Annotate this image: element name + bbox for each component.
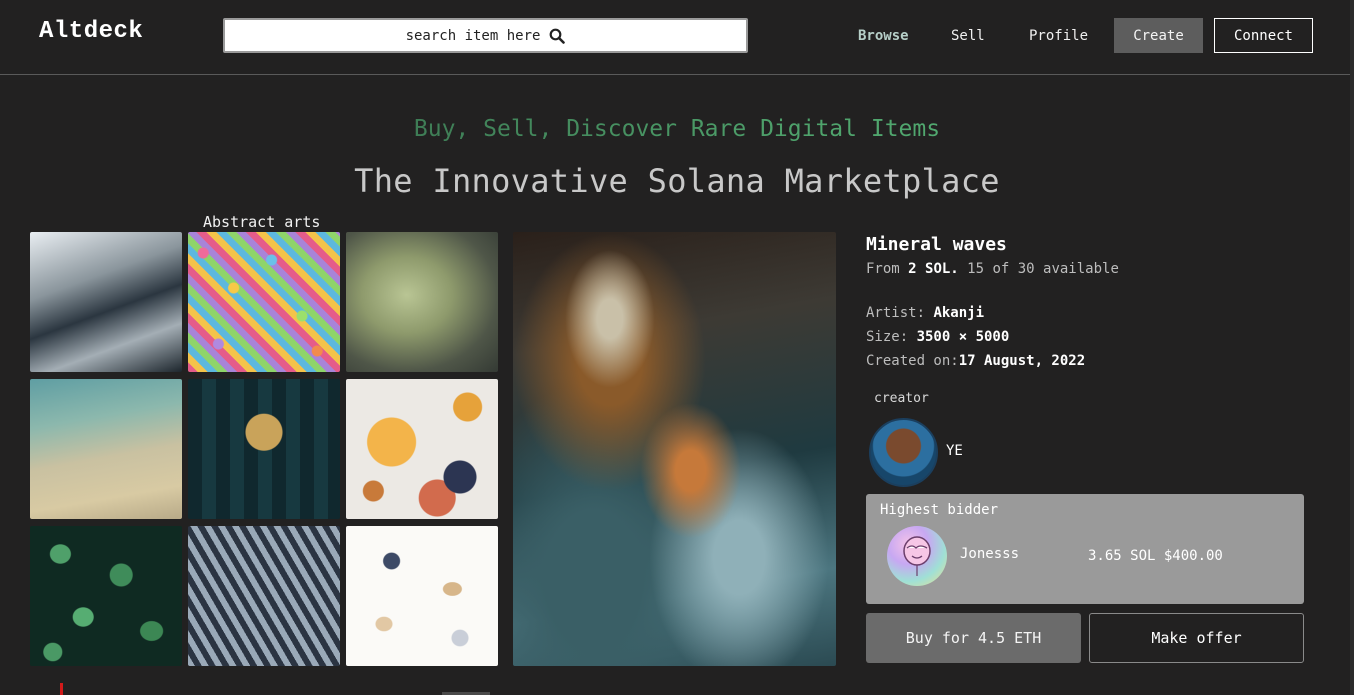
- nav-profile[interactable]: Profile: [1029, 28, 1088, 44]
- item-size-row: Size: 3500 × 5000: [866, 329, 1009, 345]
- bidder-avatar[interactable]: [887, 526, 947, 586]
- price-prefix: From: [866, 261, 909, 277]
- gallery-thumbnail-ornament[interactable]: [188, 379, 340, 519]
- hero-title: The Innovative Solana Marketplace: [354, 162, 1000, 200]
- page-scrollbar[interactable]: [1350, 0, 1354, 695]
- gallery-thumbnail-texture[interactable]: [346, 232, 498, 372]
- search-icon[interactable]: [549, 28, 566, 44]
- gallery-thumbnail-pattern[interactable]: [188, 526, 340, 666]
- gallery-thumbnail-shapes[interactable]: [346, 379, 498, 519]
- item-artist-row: Artist: Akanji: [866, 305, 984, 321]
- highest-bidder-title: Highest bidder: [880, 502, 999, 518]
- gallery-thumbnail-foliage[interactable]: [346, 526, 498, 666]
- gallery-thumbnail-leaves[interactable]: [30, 526, 182, 666]
- item-price-line: From 2 SOL. 15 of 30 available: [866, 261, 1119, 277]
- item-title: Mineral waves: [866, 234, 1007, 255]
- artist-label: Artist:: [866, 305, 934, 321]
- create-button[interactable]: Create: [1114, 18, 1203, 53]
- created-date: 17 August, 2022: [958, 353, 1086, 369]
- size-label: Size:: [866, 329, 917, 345]
- bottom-indicator: [60, 683, 63, 695]
- search-input[interactable]: search item here: [406, 28, 541, 44]
- item-availability: 15 of 30 available: [958, 261, 1119, 277]
- hero-tagline: Buy, Sell, Discover Rare Digital Items: [0, 116, 1354, 142]
- nav-sell[interactable]: Sell: [951, 28, 985, 44]
- gallery-thumbnail-architecture[interactable]: [30, 232, 182, 372]
- item-created-row: Created on:17 August, 2022: [866, 353, 1085, 369]
- creator-avatar[interactable]: [869, 418, 938, 487]
- creator-name[interactable]: YE: [946, 443, 963, 459]
- search-bar[interactable]: search item here: [223, 18, 748, 53]
- connect-wallet-button[interactable]: Connect: [1214, 18, 1313, 53]
- gallery-category-label: Abstract arts: [203, 213, 321, 231]
- item-price: 2 SOL.: [908, 261, 959, 277]
- balloon-face-icon: [903, 536, 931, 576]
- bidder-username[interactable]: Jonesss: [960, 546, 1019, 562]
- gallery-thumbnail-wall[interactable]: [30, 379, 182, 519]
- creator-label: creator: [874, 391, 929, 406]
- top-navbar: Altdeck search item here Browse Sell Pro…: [0, 0, 1354, 75]
- gallery-thumbnail-flowers[interactable]: [188, 232, 340, 372]
- make-offer-button[interactable]: Make offer: [1089, 613, 1304, 663]
- bid-amount: 3.65 SOL $400.00: [1088, 548, 1223, 564]
- highest-bidder-card: Highest bidder Jonesss 3.65 SOL $400.00: [866, 494, 1304, 604]
- page: Altdeck search item here Browse Sell Pro…: [0, 0, 1354, 695]
- artist-name: Akanji: [933, 305, 985, 321]
- featured-artwork-image[interactable]: [513, 232, 836, 666]
- buy-button[interactable]: Buy for 4.5 ETH: [866, 613, 1081, 663]
- size-value: 3500 × 5000: [916, 329, 1010, 345]
- nav-browse[interactable]: Browse: [858, 28, 909, 44]
- brand-logo[interactable]: Altdeck: [39, 18, 143, 45]
- created-label: Created on:: [866, 353, 959, 369]
